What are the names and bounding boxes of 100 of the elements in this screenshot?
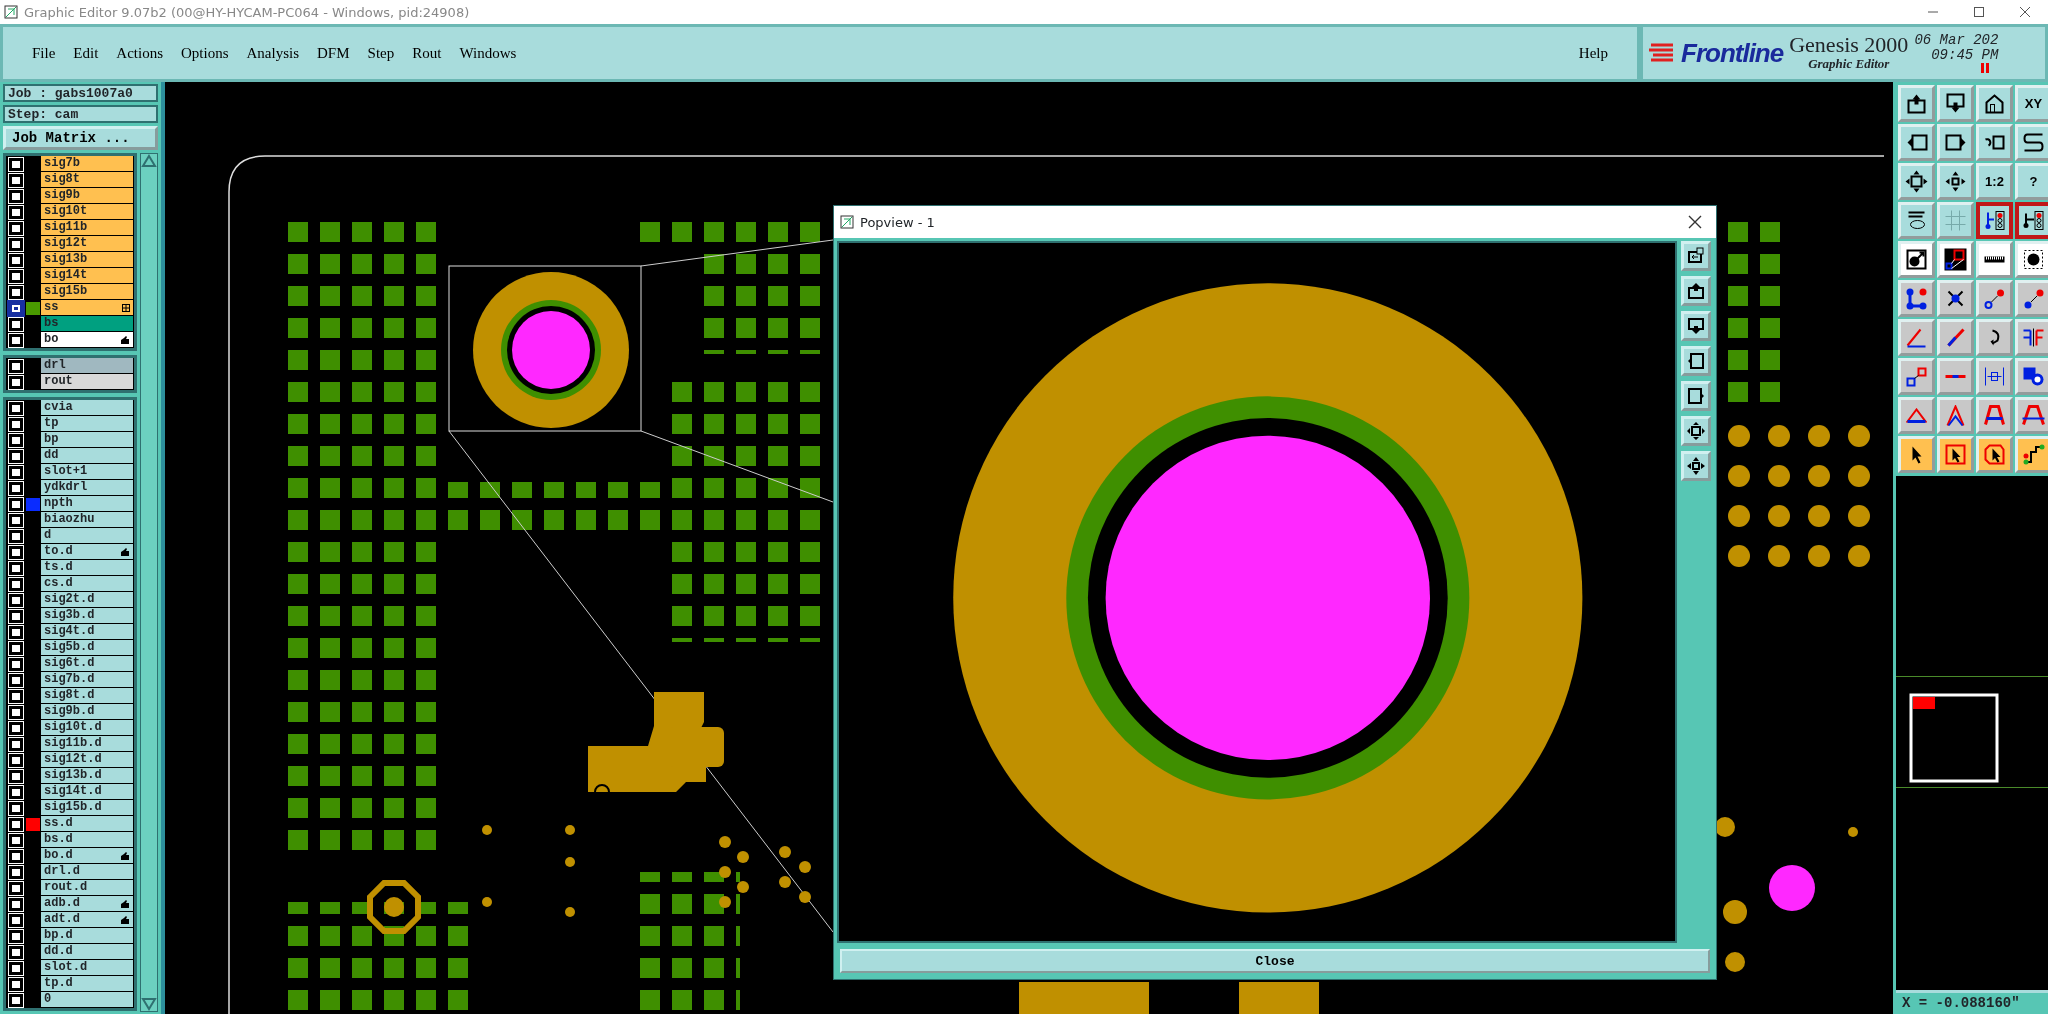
layer-checkbox[interactable] <box>9 417 23 431</box>
layer-checkbox[interactable] <box>9 317 23 331</box>
layer-checkbox[interactable] <box>9 401 23 415</box>
layer-checkbox[interactable] <box>9 993 23 1007</box>
layer-name[interactable]: rout <box>41 374 133 389</box>
menu-item[interactable]: Windows <box>450 42 526 64</box>
layer-checkbox[interactable] <box>9 301 23 315</box>
layer-name[interactable]: bo.d <box>41 848 133 863</box>
layer-name[interactable]: sig10t <box>41 204 133 219</box>
layer-checkbox[interactable] <box>9 375 23 389</box>
layer-checkbox[interactable] <box>9 689 23 703</box>
layer-name[interactable]: 0 <box>41 992 133 1007</box>
layer-name[interactable]: sig12t.d <box>41 752 133 767</box>
layer-name[interactable]: sig7b.d <box>41 672 133 687</box>
layer-name[interactable]: cs.d <box>41 576 133 591</box>
popview-tool-button[interactable] <box>1681 381 1711 411</box>
menu-item[interactable]: Step <box>358 42 404 64</box>
layer-name[interactable]: sig9b <box>41 188 133 203</box>
layer-name[interactable]: npth <box>41 496 133 511</box>
layer-checkbox[interactable] <box>9 881 23 895</box>
minimap[interactable] <box>1896 676 2048 788</box>
tool-button[interactable]: XY <box>2015 85 2048 122</box>
layer-checkbox[interactable] <box>9 945 23 959</box>
layer-checkbox[interactable] <box>9 561 23 575</box>
layer-checkbox[interactable] <box>9 721 23 735</box>
layer-name[interactable]: bp <box>41 432 133 447</box>
menu-item[interactable]: Edit <box>64 42 108 64</box>
menu-item[interactable]: Options <box>172 42 238 64</box>
popview-tool-button[interactable] <box>1681 276 1711 306</box>
layer-checkbox[interactable] <box>9 625 23 639</box>
tool-button[interactable] <box>2015 202 2048 239</box>
layer-name[interactable]: ss <box>41 300 133 315</box>
arrow-up-icon[interactable] <box>141 154 157 168</box>
layer-checkbox[interactable] <box>9 577 23 591</box>
layer-checkbox[interactable] <box>9 221 23 235</box>
layer-checkbox[interactable] <box>9 849 23 863</box>
layer-name[interactable]: sig3b.d <box>41 608 133 623</box>
layer-name[interactable]: sig7b <box>41 156 133 171</box>
layer-checkbox[interactable] <box>9 593 23 607</box>
tool-button[interactable] <box>1976 202 2013 239</box>
layer-name[interactable]: sig8t <box>41 172 133 187</box>
popview-tool-button[interactable] <box>1681 346 1711 376</box>
layer-checkbox[interactable] <box>9 285 23 299</box>
help-menu[interactable]: Help <box>1569 42 1617 64</box>
menu-item[interactable]: Analysis <box>237 42 309 64</box>
layer-name[interactable]: bs <box>41 316 133 331</box>
layer-name[interactable]: sig5b.d <box>41 640 133 655</box>
menu-item[interactable]: Actions <box>107 42 172 64</box>
layer-name[interactable]: sig4t.d <box>41 624 133 639</box>
layer-checkbox[interactable] <box>9 737 23 751</box>
layer-name[interactable]: tp <box>41 416 133 431</box>
layer-name[interactable]: cvia <box>41 400 133 415</box>
layer-name[interactable]: slot+1 <box>41 464 133 479</box>
layer-checkbox[interactable] <box>9 897 23 911</box>
layer-name[interactable]: sig12t <box>41 236 133 251</box>
layer-name[interactable]: rout.d <box>41 880 133 895</box>
layer-checkbox[interactable] <box>9 449 23 463</box>
layer-name[interactable]: tp.d <box>41 976 133 991</box>
close-button[interactable]: Close <box>840 949 1710 973</box>
job-matrix-button[interactable]: Job Matrix ... <box>3 126 158 150</box>
layer-checkbox[interactable] <box>9 929 23 943</box>
layer-checkbox[interactable] <box>9 769 23 783</box>
layer-checkbox[interactable] <box>9 545 23 559</box>
layer-checkbox[interactable] <box>9 657 23 671</box>
layer-checkbox[interactable] <box>9 961 23 975</box>
layer-name[interactable]: ss.d <box>41 816 133 831</box>
menu-item[interactable]: File <box>23 42 65 64</box>
layer-checkbox[interactable] <box>9 801 23 815</box>
layer-name[interactable]: bp.d <box>41 928 133 943</box>
layer-checkbox[interactable] <box>9 237 23 251</box>
layer-checkbox[interactable] <box>9 465 23 479</box>
layer-name[interactable]: sig9b.d <box>41 704 133 719</box>
menu-item[interactable]: Rout <box>403 42 451 64</box>
layer-checkbox[interactable] <box>9 705 23 719</box>
layer-name[interactable]: slot.d <box>41 960 133 975</box>
layer-name[interactable]: drl <box>41 358 133 373</box>
layer-checkbox[interactable] <box>9 785 23 799</box>
layer-name[interactable]: dd.d <box>41 944 133 959</box>
layer-checkbox[interactable] <box>9 359 23 373</box>
layer-name[interactable]: ts.d <box>41 560 133 575</box>
arrow-down-icon[interactable] <box>141 997 157 1011</box>
layer-name[interactable]: dd <box>41 448 133 463</box>
layer-checkbox[interactable] <box>9 817 23 831</box>
tool-button[interactable]: 1:2 <box>1976 163 2013 200</box>
layer-checkbox[interactable] <box>9 333 23 347</box>
layer-checkbox[interactable] <box>9 609 23 623</box>
layer-name[interactable]: sig8t.d <box>41 688 133 703</box>
layer-name[interactable]: sig14t <box>41 268 133 283</box>
layer-name[interactable]: drl.d <box>41 864 133 879</box>
layer-checkbox[interactable] <box>9 173 23 187</box>
layer-checkbox[interactable] <box>9 865 23 879</box>
layer-checkbox[interactable] <box>9 977 23 991</box>
layer-name[interactable]: sig13b.d <box>41 768 133 783</box>
layer-checkbox[interactable] <box>9 673 23 687</box>
layer-checkbox[interactable] <box>9 753 23 767</box>
layer-checkbox[interactable] <box>9 269 23 283</box>
layer-checkbox[interactable] <box>9 833 23 847</box>
layer-name[interactable]: bs.d <box>41 832 133 847</box>
layer-name[interactable]: d <box>41 528 133 543</box>
popview-tool-button[interactable] <box>1681 311 1711 341</box>
